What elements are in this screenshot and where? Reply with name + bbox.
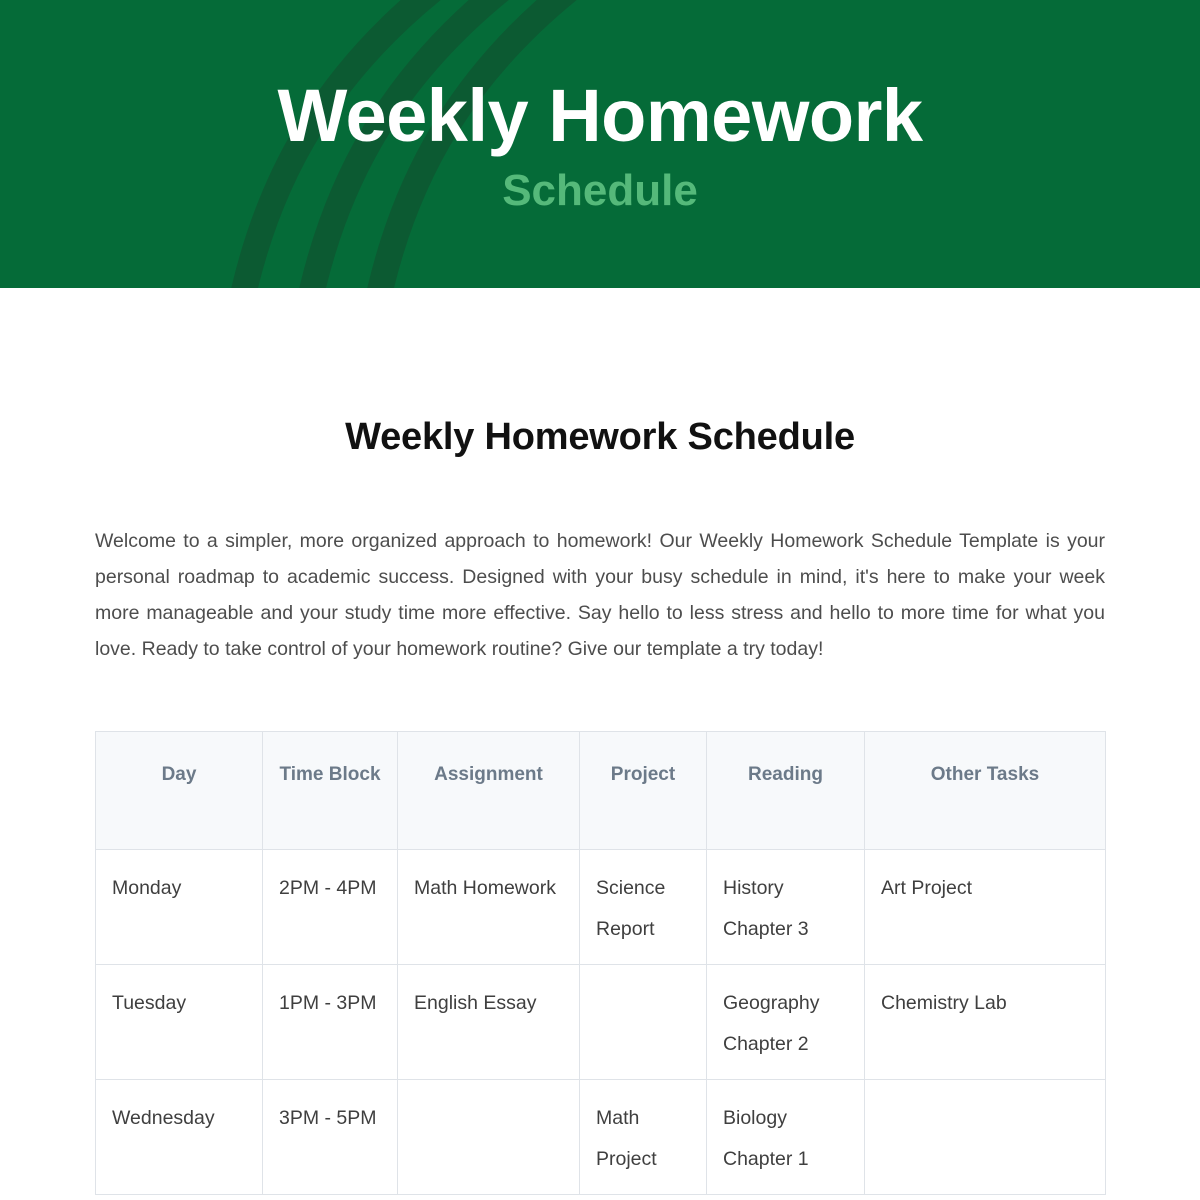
intro-paragraph: Welcome to a simpler, more organized app… xyxy=(95,529,1105,660)
cell-time-block[interactable]: 1PM - 3PM xyxy=(262,963,398,1080)
cell-project[interactable]: Math Project xyxy=(579,1078,707,1195)
cell-assignment[interactable]: Math Homework xyxy=(397,848,580,965)
schedule-table-head: Day Time Block Assignment Project Readin… xyxy=(95,730,1106,850)
cell-day[interactable]: Monday xyxy=(95,848,263,965)
table-header-row: Day Time Block Assignment Project Readin… xyxy=(95,730,1106,850)
column-header-day: Day xyxy=(95,730,263,850)
cell-other-tasks[interactable]: Chemistry Lab xyxy=(864,963,1106,1080)
table-row: Tuesday 1PM - 3PM English Essay Geograph… xyxy=(95,963,1106,1080)
column-header-time-block: Time Block xyxy=(262,730,398,850)
banner-title: Weekly Homework xyxy=(277,74,923,157)
cell-project[interactable] xyxy=(579,963,707,1080)
column-header-project: Project xyxy=(579,730,707,850)
cell-reading[interactable]: Biology Chapter 1 xyxy=(706,1078,865,1195)
cell-time-block[interactable]: 3PM - 5PM xyxy=(262,1078,398,1195)
cell-project[interactable]: Science Report xyxy=(579,848,707,965)
banner-text-block: Weekly Homework Schedule xyxy=(0,0,1200,288)
cell-other-tasks[interactable]: Art Project xyxy=(864,848,1106,965)
schedule-table: Day Time Block Assignment Project Readin… xyxy=(95,730,1106,1195)
table-row: Wednesday 3PM - 5PM Math Project Biology… xyxy=(95,1078,1106,1195)
cell-reading[interactable]: Geography Chapter 2 xyxy=(706,963,865,1080)
cell-time-block[interactable]: 2PM - 4PM xyxy=(262,848,398,965)
cell-assignment[interactable] xyxy=(397,1078,580,1195)
schedule-table-body: Monday 2PM - 4PM Math Homework Science R… xyxy=(95,848,1106,1195)
cell-day[interactable]: Tuesday xyxy=(95,963,263,1080)
cell-other-tasks[interactable] xyxy=(864,1078,1106,1195)
column-header-reading: Reading xyxy=(706,730,865,850)
banner-subtitle: Schedule xyxy=(502,166,698,215)
cell-assignment[interactable]: English Essay xyxy=(397,963,580,1080)
column-header-assignment: Assignment xyxy=(397,730,580,850)
page-root: Weekly Homework Schedule Weekly Homework… xyxy=(0,0,1200,1200)
column-header-other-tasks: Other Tasks xyxy=(864,730,1106,850)
table-row: Monday 2PM - 4PM Math Homework Science R… xyxy=(95,848,1106,965)
schedule-table-wrapper: Day Time Block Assignment Project Readin… xyxy=(95,667,1106,1195)
page-title: Weekly Homework Schedule xyxy=(345,416,855,458)
cell-reading[interactable]: History Chapter 3 xyxy=(706,848,865,965)
cell-day[interactable]: Wednesday xyxy=(95,1078,263,1195)
document-content: Weekly Homework Schedule Welcome to a si… xyxy=(0,288,1200,1195)
page-banner: Weekly Homework Schedule xyxy=(0,0,1200,288)
